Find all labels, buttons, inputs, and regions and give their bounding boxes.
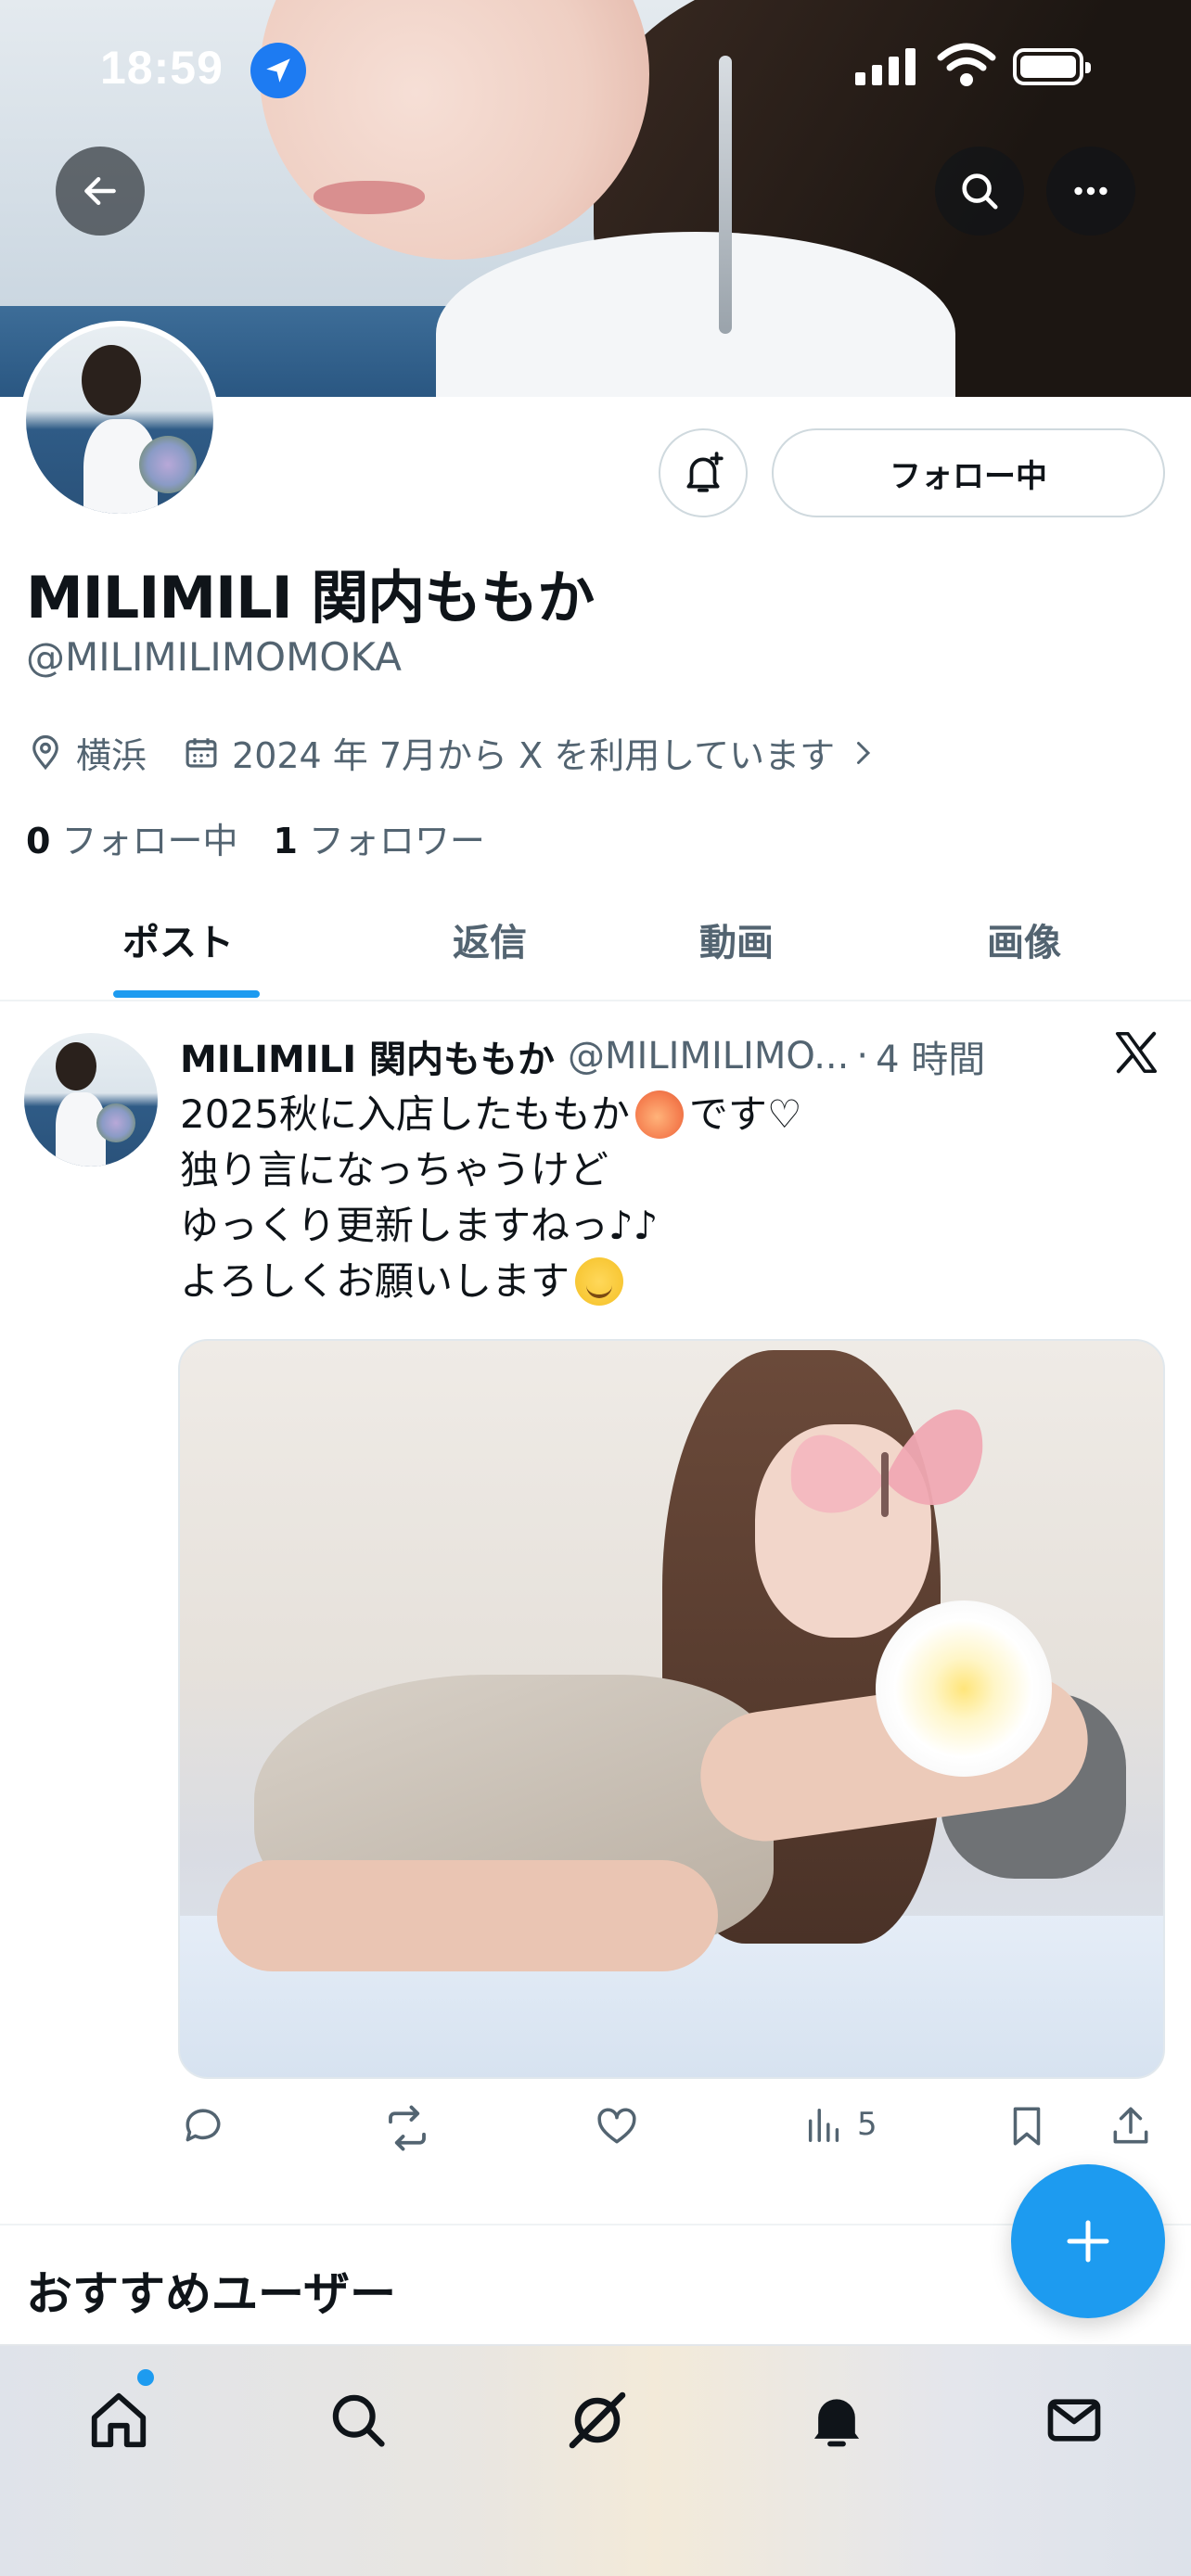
plus-icon xyxy=(1067,2220,1109,2263)
back-button[interactable] xyxy=(56,147,145,236)
banner-lips xyxy=(314,181,425,214)
media-flower xyxy=(876,1600,1052,1777)
tab-videos[interactable]: 動画 xyxy=(699,912,774,966)
smile-emoji-icon xyxy=(575,1257,624,1306)
bookmark-icon xyxy=(1013,2107,1041,2146)
follow-counts: 0 フォロー中 1 フォロワー xyxy=(26,812,520,863)
repost-button[interactable] xyxy=(382,2103,432,2153)
wifi-icon xyxy=(937,43,996,86)
tab-replies[interactable]: 返信 xyxy=(453,912,527,966)
post-author-avatar[interactable] xyxy=(24,1033,158,1167)
arrow-left-icon xyxy=(84,176,116,206)
following-count: 0 xyxy=(26,821,51,861)
reply-button[interactable] xyxy=(180,2103,226,2149)
views-button[interactable]: 5 xyxy=(803,2103,877,2146)
bell-icon xyxy=(813,2399,860,2447)
calendar-icon xyxy=(186,737,217,768)
cellular-signal-icon xyxy=(855,48,916,85)
post-line-4: よろしくお願いします xyxy=(180,1254,1145,1309)
post-line-text: 2025秋に入店したももか xyxy=(180,1091,630,1137)
post-line-1: 2025秋に入店したももか です♡ xyxy=(180,1087,1145,1142)
mail-icon xyxy=(1047,2399,1101,2442)
post-text: 2025秋に入店したももか です♡ 独り言になっちゃうけど ゆっくり更新しますね… xyxy=(180,1087,1145,1309)
post-line-text: よろしくお願いします xyxy=(180,1258,570,1304)
media-leg xyxy=(217,1860,718,1971)
bar-chart-icon xyxy=(808,2108,839,2142)
post-author-name[interactable]: MILIMILI 関内ももか xyxy=(180,1029,555,1083)
nav-explore[interactable] xyxy=(321,2383,395,2457)
repost-icon xyxy=(389,2105,426,2151)
more-horizontal-icon xyxy=(1074,186,1108,196)
search-icon xyxy=(332,2394,385,2447)
post-actions: 5 xyxy=(180,2103,1172,2159)
tab-active-indicator xyxy=(113,990,260,998)
bottom-navigation xyxy=(0,2344,1191,2576)
like-button[interactable] xyxy=(594,2103,640,2149)
map-pin-icon xyxy=(32,734,58,770)
profile-location: 横浜 xyxy=(26,727,147,778)
status-bar: 18:59 xyxy=(0,0,1191,139)
profile-avatar[interactable] xyxy=(20,321,219,519)
x-logo-icon[interactable] xyxy=(1111,1027,1161,1078)
nav-grok[interactable] xyxy=(560,2383,634,2457)
following-label: フォロー中 xyxy=(61,821,238,861)
followers-count: 1 xyxy=(273,821,298,861)
profile-display-name: MILIMILI 関内ももか xyxy=(26,564,595,631)
profile-meta: 横浜 2024 年 7月から X を利用しています xyxy=(26,727,915,778)
post-line-text: ゆっくり更新しますねっ♪♪ xyxy=(180,1203,659,1248)
avatar-figure-hair xyxy=(82,345,141,415)
avatar-flowers xyxy=(96,1103,135,1142)
avatar-flowers xyxy=(139,436,197,493)
grok-icon xyxy=(569,2391,626,2449)
search-button[interactable] xyxy=(935,147,1024,236)
search-icon xyxy=(962,173,998,210)
profile-joined-text: 2024 年 7月から X を利用しています xyxy=(232,735,836,776)
heart-icon xyxy=(597,2108,636,2144)
home-unread-dot xyxy=(137,2369,154,2386)
more-button[interactable] xyxy=(1046,147,1135,236)
nav-notifications[interactable] xyxy=(800,2383,874,2457)
profile-handle: @MILIMILIMOMOKA xyxy=(26,634,402,680)
avatar-figure-hair xyxy=(56,1042,96,1090)
post-time[interactable]: 4 時間 xyxy=(876,1029,985,1083)
peach-emoji-icon xyxy=(634,1090,684,1139)
battery-icon xyxy=(1013,48,1091,85)
bookmark-button[interactable] xyxy=(1004,2103,1050,2149)
profile-tabs: ポスト 返信 動画 画像 xyxy=(0,890,1191,1001)
post-header: MILIMILI 関内ももか @MILIMILIMO... · 4 時間 xyxy=(180,1029,1070,1083)
post-line-2: 独り言になっちゃうけど xyxy=(180,1142,1145,1198)
followers-label: フォロワー xyxy=(308,821,485,861)
recommended-users-heading: おすすめユーザー xyxy=(26,2267,396,2321)
following-count-link[interactable]: 0 フォロー中 xyxy=(26,812,237,863)
post-media-image[interactable] xyxy=(178,1339,1165,2079)
share-button[interactable] xyxy=(1108,2103,1154,2149)
profile-location-text: 横浜 xyxy=(76,735,147,776)
nav-messages[interactable] xyxy=(1037,2383,1111,2457)
post-line-text: です♡ xyxy=(688,1091,802,1137)
tab-images[interactable]: 画像 xyxy=(987,912,1061,966)
tab-posts[interactable]: ポスト xyxy=(122,912,234,966)
share-icon xyxy=(1113,2107,1148,2144)
chevron-right-icon xyxy=(857,741,871,764)
reply-icon xyxy=(186,2109,221,2142)
nav-home[interactable] xyxy=(82,2383,156,2457)
bell-plus-icon xyxy=(686,452,724,492)
post-line-text: 独り言になっちゃうけど xyxy=(180,1147,609,1192)
status-time: 18:59 xyxy=(100,42,224,94)
post-author-handle[interactable]: @MILIMILIMO... xyxy=(568,1035,849,1078)
notifications-toggle-button[interactable] xyxy=(659,428,748,517)
profile-joined[interactable]: 2024 年 7月から X を利用しています xyxy=(182,727,879,778)
post-time-separator: · xyxy=(856,1035,869,1078)
location-services-icon xyxy=(250,43,306,98)
followers-count-link[interactable]: 1 フォロワー xyxy=(273,812,484,863)
home-icon xyxy=(91,2392,147,2448)
post-line-3: ゆっくり更新しますねっ♪♪ xyxy=(180,1198,1145,1254)
butterfly-sticker-icon xyxy=(790,1409,983,1517)
compose-post-button[interactable] xyxy=(1011,2164,1165,2318)
following-button[interactable]: フォロー中 xyxy=(772,428,1165,517)
views-count: 5 xyxy=(857,2106,877,2143)
